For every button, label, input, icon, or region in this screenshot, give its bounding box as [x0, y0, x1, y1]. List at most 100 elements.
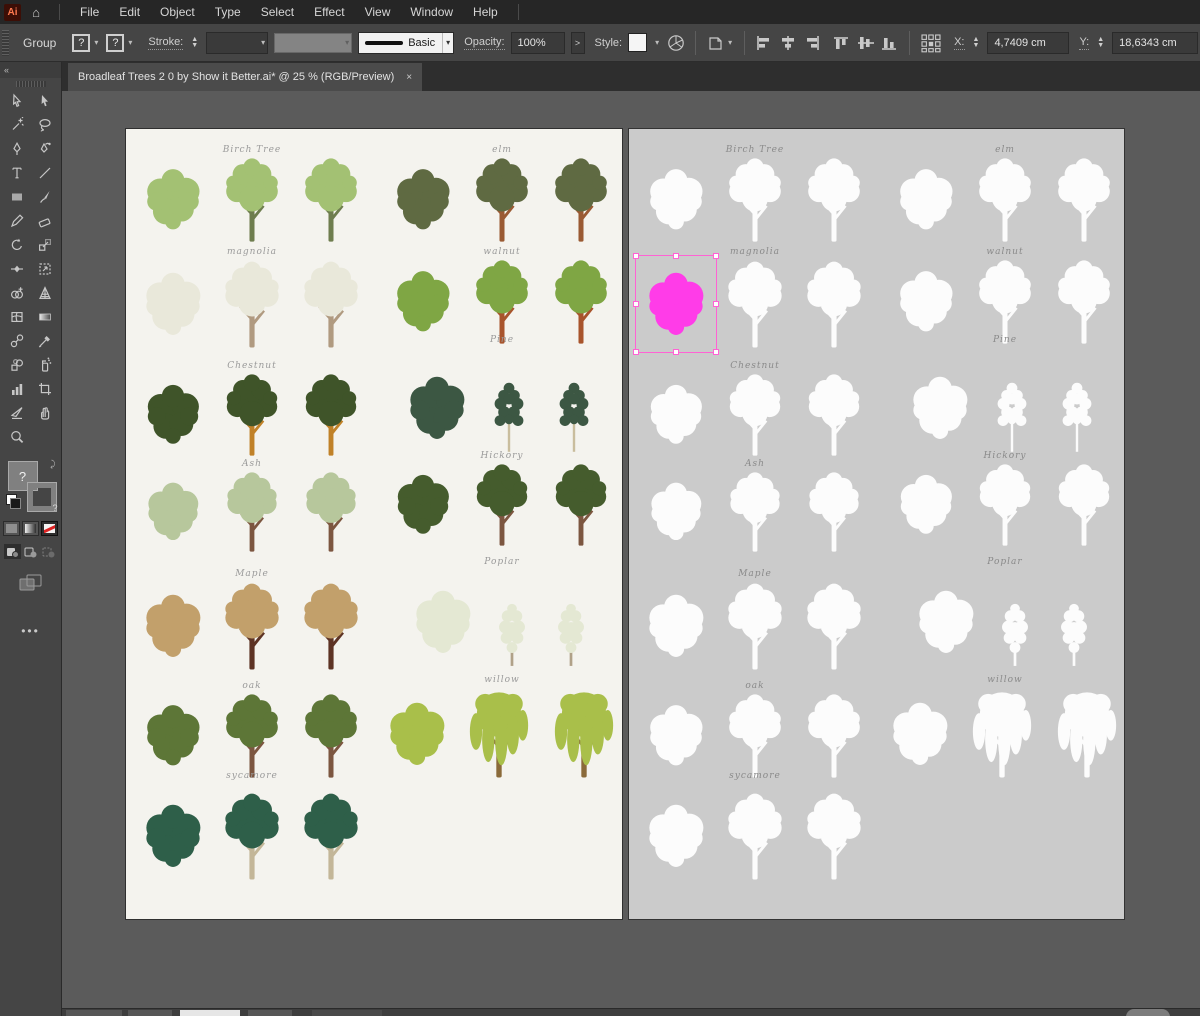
- lasso-tool[interactable]: [31, 113, 59, 137]
- menu-view[interactable]: View: [355, 0, 401, 24]
- chevron-down-icon[interactable]: ▾: [92, 38, 100, 47]
- paint-none-button[interactable]: [41, 521, 58, 536]
- symbols-tool[interactable]: [3, 353, 31, 377]
- birch-tree-3[interactable]: [294, 157, 368, 243]
- stroke-weight-stepper[interactable]: ▲▼: [189, 37, 200, 49]
- slice-tool[interactable]: [3, 401, 31, 425]
- symbol-sprayer-tool[interactable]: [31, 353, 59, 377]
- column-graph-tool[interactable]: [3, 377, 31, 401]
- poplar-tree-1[interactable]: [406, 569, 480, 667]
- chestnut-tree-3[interactable]: [797, 373, 871, 457]
- canvas-pasteboard[interactable]: Birch TreeelmmagnoliawalnutChestnutPineA…: [62, 91, 1200, 1008]
- stroke-color-swatch[interactable]: [28, 483, 56, 511]
- poplar-tree-2[interactable]: [988, 569, 1042, 667]
- willow-tree-1[interactable]: [883, 687, 957, 779]
- screen-mode-icon[interactable]: [18, 573, 44, 598]
- maple-tree-3[interactable]: [797, 581, 871, 671]
- pine-tree-1[interactable]: [400, 347, 474, 453]
- rotate-tool[interactable]: [3, 233, 31, 257]
- graphic-style-swatch[interactable]: [628, 33, 647, 52]
- paint-gradient-button[interactable]: [22, 521, 39, 536]
- birch-tree-2[interactable]: [215, 157, 289, 243]
- mesh-tool[interactable]: [3, 305, 31, 329]
- walnut-tree-3[interactable]: [1047, 259, 1121, 345]
- collapse-panel-button[interactable]: «: [0, 62, 61, 78]
- opacity-label[interactable]: Opacity:: [464, 36, 504, 50]
- menu-file[interactable]: File: [70, 0, 109, 24]
- elm-tree-2[interactable]: [968, 157, 1042, 243]
- hickory-tree-1[interactable]: [386, 463, 460, 547]
- sycamore-tree-3[interactable]: [797, 783, 871, 881]
- maple-tree-2[interactable]: [718, 581, 792, 671]
- chevron-down-icon[interactable]: ▾: [442, 33, 453, 53]
- elm-tree-3[interactable]: [544, 157, 618, 243]
- magnolia-tree-3[interactable]: [797, 259, 871, 349]
- chevron-down-icon[interactable]: ▾: [126, 38, 134, 47]
- artboard-left[interactable]: Birch TreeelmmagnoliawalnutChestnutPineA…: [125, 128, 623, 920]
- horizontal-scrollbar-thumb[interactable]: [1126, 1009, 1170, 1016]
- oak-tree-3[interactable]: [294, 693, 368, 779]
- menu-object[interactable]: Object: [150, 0, 205, 24]
- paint-color-button[interactable]: [3, 521, 20, 536]
- statusbar-segment[interactable]: [66, 1010, 122, 1016]
- poplar-tree-2[interactable]: [485, 569, 539, 667]
- hickory-tree-1[interactable]: [889, 463, 963, 547]
- hickory-tree-3[interactable]: [544, 463, 618, 547]
- curvature-tool[interactable]: [31, 137, 59, 161]
- selection-handle[interactable]: [633, 349, 639, 355]
- hand-tool[interactable]: [31, 401, 59, 425]
- willow-tree-3[interactable]: [544, 687, 624, 779]
- selection-handle[interactable]: [673, 349, 679, 355]
- magnolia-tree-2[interactable]: [718, 259, 792, 349]
- pine-tree-2[interactable]: [982, 347, 1042, 453]
- align-bottom-icon[interactable]: [881, 35, 899, 51]
- document-tab[interactable]: Broadleaf Trees 2 0 by Show it Better.ai…: [68, 63, 422, 91]
- paintbrush-tool[interactable]: [31, 185, 59, 209]
- maple-tree-3[interactable]: [294, 581, 368, 671]
- document-setup-icon[interactable]: ▾: [706, 34, 734, 52]
- eyedropper-tool[interactable]: [31, 329, 59, 353]
- opacity-field[interactable]: 100%: [511, 32, 565, 54]
- align-right-icon[interactable]: [803, 35, 821, 51]
- menu-type[interactable]: Type: [205, 0, 251, 24]
- oak-tree-1[interactable]: [639, 693, 713, 779]
- width-tool[interactable]: [3, 257, 31, 281]
- hickory-tree-2[interactable]: [968, 463, 1042, 547]
- recolor-artwork-icon[interactable]: [667, 34, 685, 52]
- walnut-tree-1[interactable]: [386, 259, 460, 345]
- elm-tree-3[interactable]: [1047, 157, 1121, 243]
- birch-tree-2[interactable]: [718, 157, 792, 243]
- selection-tool[interactable]: [3, 89, 31, 113]
- elm-tree-1[interactable]: [386, 157, 460, 243]
- magnolia-tree-3[interactable]: [294, 259, 368, 349]
- toolbar-grip[interactable]: [16, 81, 46, 87]
- oak-tree-2[interactable]: [718, 693, 792, 779]
- selection-handle[interactable]: [713, 349, 719, 355]
- magnolia-tree-1[interactable]: [136, 259, 210, 349]
- type-tool[interactable]: [3, 161, 31, 185]
- magnolia-tree-2[interactable]: [215, 259, 289, 349]
- gradient-tool[interactable]: [31, 305, 59, 329]
- eraser-tool[interactable]: [31, 209, 59, 233]
- fill-swatch-button[interactable]: ? ▾: [72, 34, 100, 52]
- birch-tree-1[interactable]: [136, 157, 210, 243]
- pine-tree-1[interactable]: [903, 347, 977, 453]
- walnut-tree-2[interactable]: [968, 259, 1042, 345]
- ash-tree-3[interactable]: [294, 471, 368, 553]
- rectangle-tool[interactable]: [3, 185, 31, 209]
- ash-tree-2[interactable]: [718, 471, 792, 553]
- draw-behind-icon[interactable]: [22, 544, 39, 559]
- pen-tool[interactable]: [3, 137, 31, 161]
- poplar-tree-3[interactable]: [544, 569, 598, 667]
- menu-edit[interactable]: Edit: [109, 0, 150, 24]
- app-logo-icon[interactable]: Ai: [4, 4, 21, 21]
- menu-help[interactable]: Help: [463, 0, 508, 24]
- sycamore-tree-2[interactable]: [215, 783, 289, 881]
- line-segment-tool[interactable]: [31, 161, 59, 185]
- shaper-tool[interactable]: [3, 209, 31, 233]
- ash-tree-1[interactable]: [136, 471, 210, 553]
- elm-tree-2[interactable]: [465, 157, 539, 243]
- poplar-tree-3[interactable]: [1047, 569, 1101, 667]
- statusbar-segment[interactable]: [312, 1010, 382, 1016]
- align-top-icon[interactable]: [833, 35, 851, 51]
